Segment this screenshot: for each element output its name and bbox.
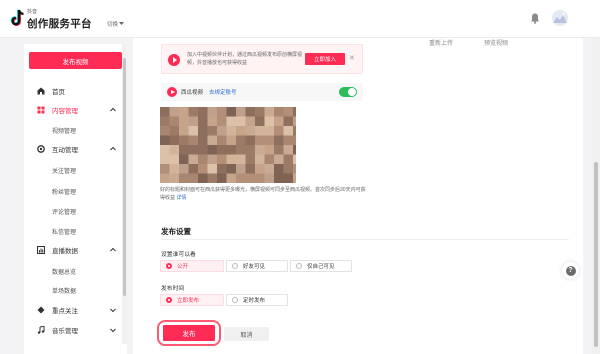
radio-label: 立即发布 [177, 298, 200, 304]
focus-icon [37, 306, 45, 314]
sidebar-item-interaction-management[interactable]: 互动管理 [24, 142, 127, 156]
sidebar-item-label: 首页 [52, 89, 65, 96]
sidebar-item-label: 直播数据 [52, 248, 78, 255]
sidebar-item-label: 重点关注 [52, 308, 78, 315]
chevron-down-icon [110, 308, 116, 313]
interaction-icon [37, 145, 45, 153]
sidebar-subitem-fan-management[interactable]: 粉丝管理 [52, 187, 76, 196]
publish-time-label: 发布时间 [161, 286, 185, 292]
partner-program-text: 加入中视频伙伴计划，通过西瓜视频发布原创横屏视频，抖音播放也可获得收益 [187, 52, 303, 66]
publish-now-radio[interactable]: 立即发布 [160, 294, 224, 306]
chevron-down-icon [110, 328, 116, 333]
bell-icon[interactable] [530, 13, 540, 24]
chevron-up-icon [110, 146, 116, 151]
sidebar-item-live-data[interactable]: 直播数据 [24, 243, 127, 257]
sidebar-item-music-management[interactable]: 音乐管理 [24, 323, 127, 337]
home-icon [37, 87, 45, 95]
xigua-label: 西瓜视频 [181, 90, 204, 96]
sidebar: 发布视频 首页 内容管理 视频管理 互动管理 关注管理 粉丝管理 评论管理 私信… [24, 44, 127, 354]
radio-dot [296, 263, 302, 269]
radio-dot [166, 297, 172, 303]
sidebar-scrollbar-thumb[interactable] [123, 58, 126, 296]
radio-dot [166, 263, 172, 269]
chevron-up-icon [110, 107, 116, 112]
logo-subtitle: 抖音 [27, 9, 38, 15]
switch-label: 切换 [107, 22, 119, 28]
sidebar-subitem-comment-management[interactable]: 评论管理 [52, 207, 76, 216]
bind-account-link[interactable]: 去绑定账号 [209, 88, 237, 96]
sidebar-subitem-message-management[interactable]: 私信管理 [52, 227, 76, 236]
video-cover-thumbnail[interactable] [160, 107, 296, 183]
publish-settings-title: 发布设置 [161, 227, 191, 236]
xigua-sync-toggle[interactable] [339, 87, 357, 97]
reupload-link[interactable]: 重新上传 [429, 38, 453, 47]
visibility-friends-radio[interactable]: 好友可见 [226, 260, 288, 272]
sidebar-item-label: 互动管理 [52, 147, 78, 154]
avatar-image [552, 10, 568, 26]
visibility-public-radio[interactable]: 公开 [160, 260, 224, 272]
divider [161, 239, 569, 240]
cancel-button[interactable]: 取消 [224, 327, 269, 341]
xigua-sync-row: 西瓜视频 去绑定账号 [161, 83, 363, 101]
publish-button[interactable]: 发布 [163, 325, 215, 341]
radio-dot [232, 263, 238, 269]
douyin-logo-icon [10, 9, 24, 26]
main-content: 重新上传 预览视频 加入中视频伙伴计划，通过西瓜视频发布原创横屏视频，抖音播放也… [133, 38, 583, 354]
radio-label: 仅自己可见 [307, 264, 335, 270]
xigua-play-icon [168, 54, 180, 66]
sidebar-item-key-focus[interactable]: 重点关注 [24, 303, 127, 317]
sidebar-subitem-single-session-data[interactable]: 单场数据 [52, 286, 76, 295]
radio-label: 好友可见 [243, 264, 266, 270]
sidebar-item-home[interactable]: 首页 [24, 84, 127, 98]
scheduled-publish-radio[interactable]: 定时发布 [226, 294, 288, 306]
visibility-label: 设置谁可以看 [161, 252, 196, 258]
sidebar-subitem-video-management[interactable]: 视频管理 [52, 126, 76, 135]
partner-program-banner: 加入中视频伙伴计划，通过西瓜视频发布原创横屏视频，抖音播放也可获得收益 立即加入… [161, 44, 363, 74]
visibility-private-radio[interactable]: 仅自己可见 [290, 260, 352, 272]
xigua-sync-note-text: 好的标题和封面可在西瓜获得更多曝光，横屏视频可同步至西瓜视频。首次同步后30天内… [160, 187, 366, 201]
help-icon: ? [565, 265, 576, 276]
main-scrollbar-thumb[interactable] [594, 162, 598, 347]
logo[interactable] [10, 9, 26, 27]
help-button[interactable]: ? [562, 262, 579, 279]
radio-label: 公开 [177, 264, 189, 270]
content-icon [37, 106, 45, 114]
sidebar-item-label: 音乐管理 [52, 328, 78, 335]
xigua-video-icon [167, 87, 177, 97]
radio-label: 定时发布 [243, 298, 266, 304]
sidebar-item-label: 内容管理 [52, 108, 78, 115]
sidebar-subitem-follow-management[interactable]: 关注管理 [52, 166, 76, 175]
publish-video-button[interactable]: 发布视频 [29, 52, 122, 69]
join-now-button[interactable]: 立即加入 [305, 53, 345, 65]
details-link[interactable]: 详情 [176, 195, 186, 201]
caret-down-icon [119, 22, 125, 25]
preview-video-link[interactable]: 预览视频 [484, 38, 508, 47]
music-icon [37, 326, 45, 334]
pixelated-cover-image [160, 107, 296, 183]
sidebar-subitem-data-overview[interactable]: 数据总览 [52, 267, 76, 276]
avatar[interactable] [552, 10, 568, 26]
close-icon[interactable]: ✕ [349, 54, 355, 62]
live-data-icon [37, 246, 45, 254]
switch-dropdown[interactable]: 切换 [107, 20, 125, 28]
top-header: 抖音 创作服务平台 切换 [0, 0, 600, 38]
chevron-up-icon [110, 247, 116, 252]
sidebar-item-content-management[interactable]: 内容管理 [24, 103, 127, 117]
platform-title: 创作服务平台 [27, 18, 92, 30]
xigua-sync-note: 好的标题和封面可在西瓜获得更多曝光，横屏视频可同步至西瓜视频。首次同步后30天内… [160, 187, 370, 202]
radio-dot [232, 297, 238, 303]
